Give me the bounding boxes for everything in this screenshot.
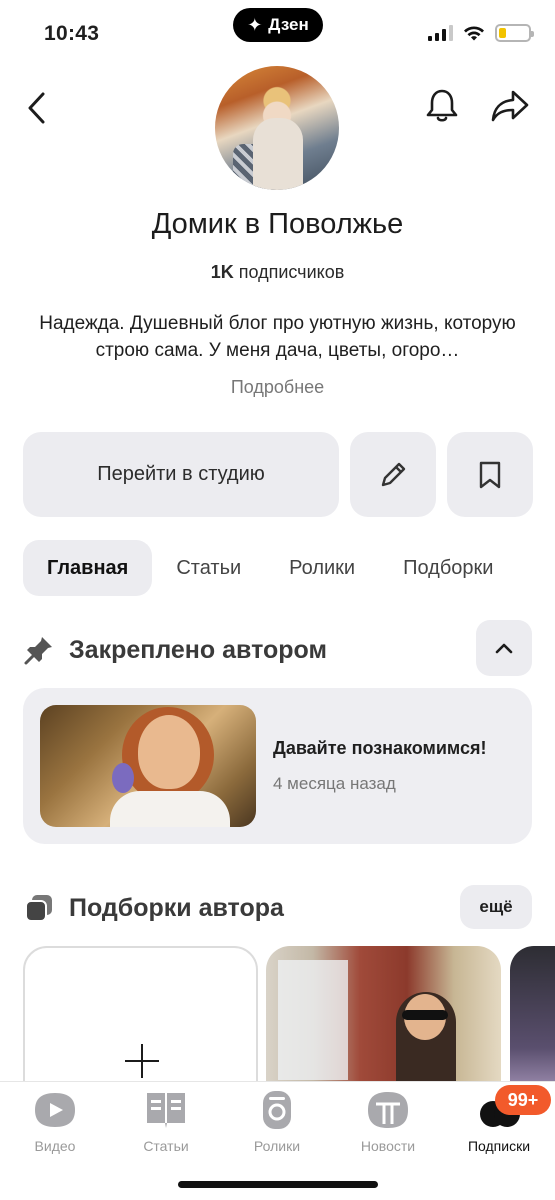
- pinned-article-date: 4 месяца назад: [273, 774, 396, 793]
- notifications-button[interactable]: [422, 86, 462, 126]
- nav-label-shorts: Ролики: [253, 1138, 301, 1154]
- tab-shorts[interactable]: Ролики: [265, 540, 379, 596]
- sparkle-icon: ✦: [247, 14, 263, 35]
- collections-section-header: Подборки автора: [23, 888, 284, 928]
- chevron-up-icon: [495, 643, 513, 654]
- pinned-section-header: Закреплено автором: [23, 630, 327, 670]
- home-indicator[interactable]: [178, 1181, 378, 1188]
- bookmark-icon: [479, 461, 501, 488]
- subscribers-label: подписчиков: [233, 262, 345, 282]
- tab-articles[interactable]: Статьи: [152, 540, 265, 596]
- pencil-icon: [381, 462, 406, 486]
- tab-main[interactable]: Главная: [23, 540, 153, 596]
- nav-item-news[interactable]: Новости: [338, 1090, 438, 1154]
- nav-item-articles[interactable]: Статьи: [116, 1090, 216, 1154]
- nav-item-shorts[interactable]: Ролики: [227, 1090, 327, 1154]
- nav-label-subscriptions: Подписки: [467, 1138, 531, 1154]
- channel-description: Надежда. Душевный блог про уютную жизнь,…: [39, 313, 516, 361]
- articles-icon: [144, 1090, 188, 1130]
- pinned-section-title: Закреплено автором: [69, 635, 327, 664]
- subscribers-number: 1K: [210, 262, 234, 282]
- plus-icon: [125, 1044, 159, 1078]
- collapse-pinned-button[interactable]: [476, 620, 532, 676]
- status-time: 10:43: [44, 22, 100, 45]
- battery-level: [499, 28, 506, 38]
- channel-tabs: Главная Статьи Ролики Подборки: [23, 540, 555, 596]
- battery-icon: [495, 24, 534, 42]
- channel-avatar[interactable]: [215, 66, 339, 190]
- shorts-icon: [255, 1090, 299, 1130]
- bell-icon: [426, 89, 458, 122]
- nav-label-news: Новости: [360, 1138, 416, 1154]
- pinned-article-card[interactable]: Давайте познакомимся! 4 месяца назад: [23, 688, 532, 844]
- tab-collections[interactable]: Подборки: [379, 540, 517, 596]
- status-icons: [428, 24, 534, 42]
- chevron-left-icon: [28, 92, 45, 124]
- collections-icon: [25, 895, 52, 922]
- bookmark-button[interactable]: [447, 432, 533, 517]
- dzen-app-pill[interactable]: ✦ Дзен: [233, 8, 323, 42]
- collections-more-button[interactable]: ещё: [460, 885, 532, 929]
- back-button[interactable]: [20, 88, 52, 128]
- edit-button[interactable]: [350, 432, 436, 517]
- subscribers-count: 1K подписчиков: [0, 262, 555, 283]
- nav-label-video: Видео: [34, 1138, 76, 1154]
- share-button[interactable]: [489, 86, 531, 126]
- pinned-article-title: Давайте познакомимся!: [273, 738, 487, 758]
- more-details-link[interactable]: Подробнее: [0, 377, 555, 398]
- status-bar: 10:43 ✦ Дзен: [0, 0, 555, 60]
- nav-item-video[interactable]: Видео: [5, 1090, 105, 1154]
- go-to-studio-button[interactable]: Перейти в студию: [23, 432, 339, 517]
- news-icon: [366, 1090, 410, 1130]
- cellular-signal-icon: [428, 25, 453, 41]
- dzen-pill-label: Дзен: [268, 15, 309, 34]
- video-icon: [33, 1090, 77, 1130]
- collections-section-title: Подборки автора: [69, 893, 284, 922]
- pin-icon: [24, 637, 52, 665]
- nav-label-articles: Статьи: [143, 1138, 189, 1154]
- share-arrow-icon: [491, 90, 529, 122]
- subscriptions-badge: 99+: [495, 1085, 551, 1115]
- channel-title: Домик в Поволжье: [151, 208, 404, 240]
- wifi-icon: [464, 25, 484, 40]
- pinned-article-thumbnail: [40, 705, 256, 827]
